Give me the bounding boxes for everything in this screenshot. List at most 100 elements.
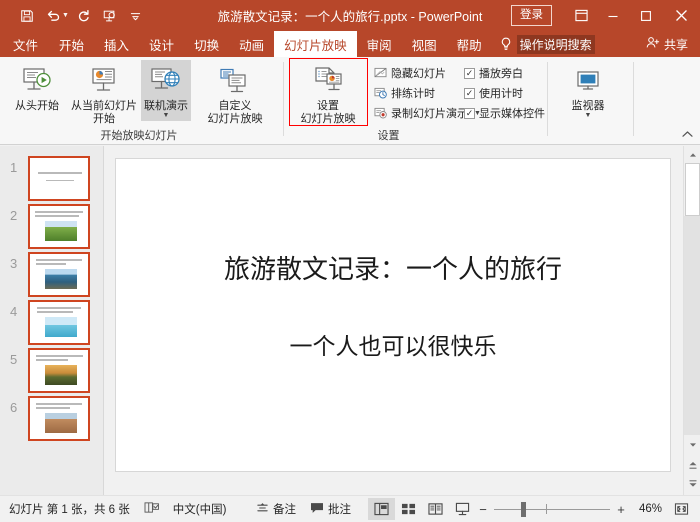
thumbnail-slide-3[interactable]: 3 [0,252,104,300]
start-from-current-slide-label-1: 从当前幻灯片 [71,100,137,113]
normal-view-button[interactable] [368,498,395,520]
minimize-button[interactable] [596,0,629,31]
comments-button[interactable]: 批注 [303,496,358,522]
tab-review[interactable]: 审阅 [357,31,402,57]
customize-qat-icon[interactable] [123,4,149,28]
scroll-down-arrow-icon[interactable] [684,435,700,454]
thumbnail-slide-6[interactable]: 6 [0,396,104,444]
close-button[interactable] [662,0,700,31]
thumbnail-frame-1[interactable] [28,156,90,201]
ribbon-group-monitors: 监视器 ▼ [550,57,630,145]
scroll-up-arrow-icon[interactable] [684,146,700,163]
status-bar-right: 备注 批注 − [249,496,700,522]
signin-button[interactable]: 登录 [511,5,552,25]
tab-insert[interactable]: 插入 [94,31,139,57]
document-title: 旅游散文记录：一个人的旅行.pptx [218,10,408,24]
present-online-dropdown-caret[interactable]: ▼ [163,113,170,119]
monitor-button[interactable]: 监视器 ▼ [562,60,614,121]
slide-sorter-view-button[interactable] [395,498,422,520]
thumbnail-frame-6[interactable] [28,396,90,441]
slide-subtitle-text[interactable]: 一个人也可以很快乐 [116,327,670,361]
ribbon: 从头开始 从当前幻灯片 开始 [0,57,700,145]
thumbnail-frame-3[interactable] [28,252,90,297]
slideshow-view-button[interactable] [449,498,476,520]
thumbnail-frame-2[interactable] [28,204,90,249]
play-narrations-checkbox-box[interactable]: ✓ [464,68,475,79]
ribbon-display-options-icon[interactable] [566,0,596,31]
slide-thumbnail-pane[interactable]: 1 2 3 4 [0,146,104,495]
present-online-button[interactable]: 联机演示 ▼ [141,60,191,121]
from-current-slide-icon [87,62,121,98]
zoom-slider-track [494,509,610,510]
setup-slideshow-button[interactable]: 设置 幻灯片放映 [293,60,363,127]
start-from-beginning-label: 从头开始 [15,100,59,113]
scrollbar-thumb[interactable] [685,163,700,216]
thumbnail-slide-1[interactable]: 1 [0,156,104,204]
zoom-out-button[interactable]: − [476,502,490,517]
use-timings-checkbox[interactable]: ✓ 使用计时 [464,85,523,101]
thumbnail-image-2 [45,221,77,241]
notes-button[interactable]: 备注 [249,496,303,522]
redo-icon[interactable] [71,4,97,28]
record-slideshow-label: 录制幻灯片演示 [391,105,468,121]
reading-view-button[interactable] [422,498,449,520]
start-from-beginning-button[interactable]: 从头开始 [6,60,68,115]
tab-design[interactable]: 设计 [139,31,184,57]
previous-slide-button[interactable] [684,455,700,474]
tab-help[interactable]: 帮助 [447,31,492,57]
fit-to-window-button[interactable] [668,498,694,520]
save-icon[interactable] [14,4,40,28]
ribbon-tab-strip: 文件 开始 插入 设计 切换 动画 幻灯片放映 审阅 视图 帮助 操作说明搜索 … [0,31,700,57]
zoom-in-button[interactable]: + [614,502,628,517]
share-button[interactable]: 共享 [646,31,700,57]
undo-dropdown-caret[interactable]: ▼ [62,12,69,19]
custom-slideshow-button[interactable]: 自定义 幻灯片放映 [192,60,278,127]
spellcheck-icon [144,501,159,517]
zoom-slider[interactable] [494,498,610,520]
notes-label: 备注 [273,501,296,517]
use-timings-checkbox-box[interactable]: ✓ [464,88,475,99]
thumbnail-slide-5[interactable]: 5 [0,348,104,396]
zoom-slider-handle[interactable] [521,502,526,517]
rehearse-timings-command[interactable]: 排练计时 [374,85,435,101]
start-from-current-slide-button[interactable]: 从当前幻灯片 开始 [68,60,140,127]
tab-view[interactable]: 视图 [402,31,447,57]
thumbnail-number-3: 3 [10,256,17,271]
tab-file[interactable]: 文件 [0,31,49,57]
start-slideshow-icon[interactable] [97,4,123,28]
maximize-button[interactable] [629,0,662,31]
thumbnail-slide-4[interactable]: 4 [0,300,104,348]
hide-slide-command[interactable]: 隐藏幻灯片 [374,65,446,81]
zoom-level-label[interactable]: 46% [628,503,662,515]
thumbnail-frame-4[interactable] [28,300,90,345]
rehearse-timings-icon [374,87,387,100]
start-from-current-slide-label-2: 开始 [93,113,115,126]
thumbnail-frame-5[interactable] [28,348,90,393]
language-label: 中文(中国) [173,501,227,517]
title-bar: ▼ 旅游散文记录：一个人的旅行.pptx - PowerPoint 登录 [0,0,700,31]
slide-counter[interactable]: 幻灯片 第 1 张，共 6 张 [0,496,137,522]
tab-home[interactable]: 开始 [49,31,94,57]
spellcheck-status[interactable] [137,496,166,522]
from-beginning-icon [20,62,54,98]
slide-title-text[interactable]: 旅游散文记录：一个人的旅行 [116,249,670,286]
show-media-controls-checkbox[interactable]: ✓ 显示媒体控件 [464,105,545,121]
tab-slideshow[interactable]: 幻灯片放映 [274,31,357,57]
scrollbar-track[interactable] [684,216,700,435]
ribbon-group-start-slideshow: 从头开始 从当前幻灯片 开始 [0,57,288,145]
monitor-dropdown-caret[interactable]: ▼ [585,113,592,119]
thumbnail-slide-2[interactable]: 2 [0,204,104,252]
thumbnail-number-6: 6 [10,400,17,415]
tab-transitions[interactable]: 切换 [184,31,229,57]
current-slide[interactable]: 旅游散文记录：一个人的旅行 一个人也可以很快乐 [115,158,671,472]
tell-me-search[interactable]: 操作说明搜索 [500,31,595,57]
next-slide-button[interactable] [684,474,700,493]
title-bar-right: 登录 [511,0,700,31]
play-narrations-checkbox[interactable]: ✓ 播放旁白 [464,65,523,81]
show-media-controls-checkbox-box[interactable]: ✓ [464,108,475,119]
vertical-scrollbar[interactable] [683,146,700,495]
app-name: PowerPoint [418,10,482,24]
language-status[interactable]: 中文(中国) [166,496,234,522]
tab-animations[interactable]: 动画 [229,31,274,57]
collapse-ribbon-button[interactable] [681,130,694,142]
